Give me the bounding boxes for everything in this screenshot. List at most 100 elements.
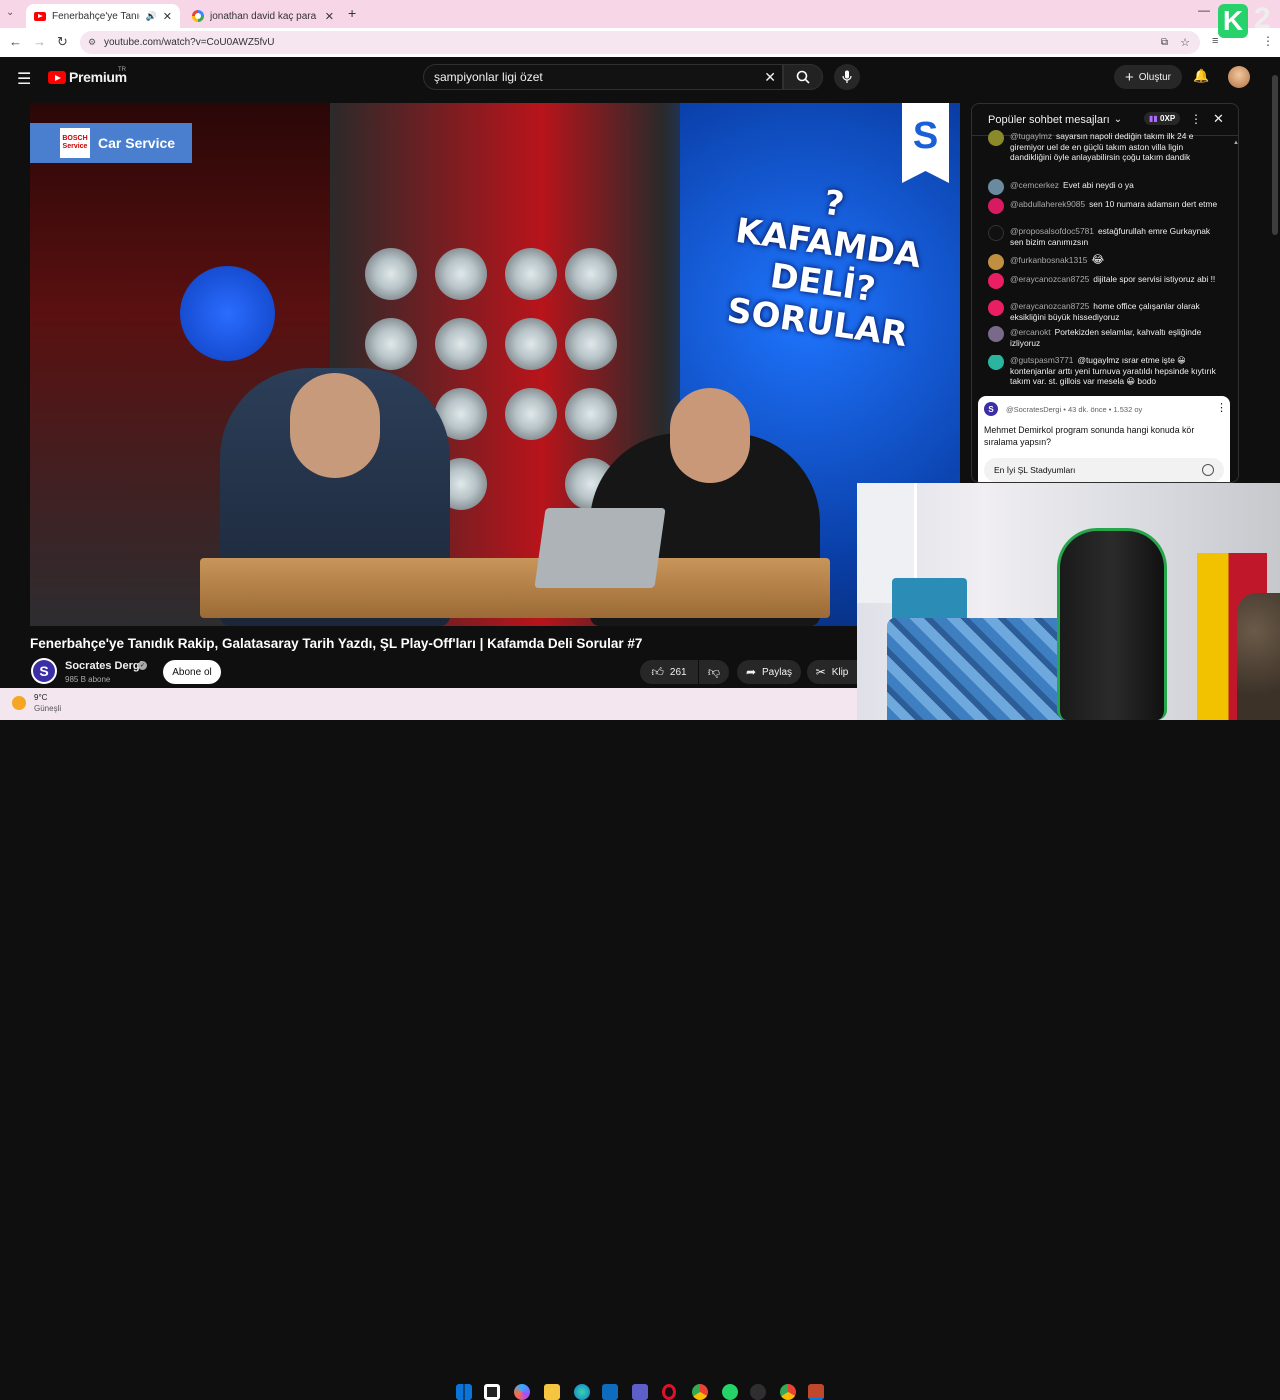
opera-icon[interactable]	[662, 1384, 676, 1400]
clear-search-icon[interactable]: ✕	[764, 69, 776, 86]
webcam-bed	[887, 618, 1067, 720]
new-tab-button[interactable]: +	[348, 5, 356, 21]
minimize-window-button[interactable]: —	[1198, 3, 1210, 17]
chat-mode-dropdown[interactable]: Popüler sohbet mesajları	[988, 114, 1110, 126]
dislike-button[interactable]: 👎︎	[699, 660, 729, 684]
chat-menu-icon[interactable]: ⋮	[1190, 112, 1202, 126]
chat-author[interactable]: @gutspasm3771	[1010, 355, 1073, 365]
user-avatar	[988, 198, 1004, 214]
account-avatar[interactable]	[1228, 66, 1250, 88]
weather-icon	[12, 696, 26, 710]
extensions-icon[interactable]: ≡	[1212, 35, 1218, 47]
close-tab-icon[interactable]: ✕	[163, 10, 172, 23]
chat-author[interactable]: @tugaylmz	[1010, 131, 1052, 141]
like-button[interactable]: 👍︎ 261	[640, 660, 698, 684]
weather-widget[interactable]: 9°C Güneşli	[10, 692, 80, 716]
channel-name[interactable]: Socrates Dergi	[65, 660, 143, 672]
copilot-icon[interactable]	[514, 1384, 530, 1400]
install-icon[interactable]: ⧉	[1161, 37, 1168, 48]
file-explorer-icon[interactable]	[544, 1384, 560, 1400]
logo-region: TR	[118, 67, 126, 73]
poll-author[interactable]: @SocratesDergi	[1006, 405, 1061, 414]
chat-author[interactable]: @proposalsofdoc5781	[1010, 226, 1094, 236]
clip-button[interactable]: ✂ Klip	[807, 660, 857, 684]
audio-icon[interactable]: 🔊	[146, 11, 157, 22]
poll-meta: 43 dk. önce • 1.532 oy	[1067, 405, 1143, 414]
chat-message-body: @ercanokt Portekizden selamlar, kahvaltı …	[1010, 327, 1218, 348]
sponsor-logo: BOSCH Service	[60, 128, 90, 158]
poll-header: @SocratesDergi • 43 dk. önce • 1.532 oy	[1006, 405, 1143, 414]
chat-message: @gutspasm3771 @tugaylmz ısrar etme işte 😀…	[988, 355, 1218, 391]
laptop	[534, 508, 666, 588]
notifications-bell-icon[interactable]: 🔔	[1193, 68, 1209, 84]
poll-option[interactable]: En İyi ŞL Stadyumları	[984, 458, 1224, 482]
poll-radio[interactable]	[1202, 464, 1214, 476]
back-icon[interactable]: ←	[9, 34, 22, 49]
chat-author[interactable]: @cemcerkez	[1010, 180, 1059, 190]
weather-temp: 9°C	[34, 693, 48, 702]
whatsapp-icon[interactable]	[722, 1384, 738, 1400]
overlay-number: 2	[1254, 2, 1271, 35]
studio-table	[200, 558, 830, 618]
obs-icon[interactable]	[750, 1384, 766, 1400]
chat-author[interactable]: @furkanbosnak1315	[1010, 255, 1087, 265]
chat-message-body: @gutspasm3771 @tugaylmz ısrar etme işte 😀…	[1010, 355, 1218, 391]
windows-start-icon[interactable]	[456, 1384, 472, 1400]
close-chat-icon[interactable]: ✕	[1213, 111, 1224, 127]
youtube-favicon-icon	[34, 11, 46, 21]
subscribe-button[interactable]: Abone ol	[163, 660, 221, 684]
url-field[interactable]: ⚙ youtube.com/watch?v=CoU0AWZ5fvU ⧉ ☆	[80, 31, 1200, 54]
edge-icon[interactable]	[574, 1384, 590, 1400]
forward-icon[interactable]: →	[33, 34, 46, 49]
share-button[interactable]: ➦ Paylaş	[737, 660, 801, 684]
thumbs-down-icon: 👎︎	[707, 664, 721, 679]
task-view-icon[interactable]	[484, 1384, 500, 1400]
search-icon	[796, 70, 810, 84]
chat-author[interactable]: @eraycanozcan8725	[1010, 301, 1089, 311]
hamburger-menu-icon[interactable]: ☰	[17, 69, 31, 89]
reload-icon[interactable]: ↻	[57, 34, 68, 50]
store-icon[interactable]	[602, 1384, 618, 1400]
close-tab-icon[interactable]: ✕	[325, 10, 334, 23]
channel-avatar[interactable]: S	[31, 658, 57, 684]
page-scrollbar[interactable]	[1272, 75, 1278, 235]
search-button[interactable]	[783, 64, 823, 90]
video-player[interactable]: ?KAFAMDA DELİ? SORULAR BOSCH Service Car…	[30, 103, 960, 626]
chat-message-body: @eraycanozcan8725 home office çalışanlar …	[1010, 301, 1218, 322]
chat-message-body: @proposalsofdoc5781 estağfurullah emre Gu…	[1010, 226, 1218, 247]
youtube-logo-icon[interactable]	[48, 71, 66, 84]
chat-author[interactable]: @abdullaherek9085	[1010, 199, 1085, 209]
tab-list-button[interactable]: ⌄	[6, 7, 14, 18]
channel-avatar-letter: S	[33, 660, 55, 682]
active-app-icon[interactable]	[808, 1384, 824, 1400]
chat-scrollbar[interactable]: ▲	[1233, 140, 1238, 320]
create-button[interactable]: + Oluştur	[1114, 65, 1182, 89]
plus-icon: +	[1125, 68, 1134, 86]
chat-text: sen 10 numara adamsın dert etme	[1089, 199, 1218, 209]
poll-card: S @SocratesDergi • 43 dk. önce • 1.532 o…	[978, 396, 1230, 482]
bookmark-star-icon[interactable]: ☆	[1180, 36, 1190, 49]
tab-google[interactable]: jonathan david kaç para maaş a ✕	[184, 4, 342, 28]
site-info-icon[interactable]: ⚙	[88, 37, 96, 48]
user-avatar	[988, 355, 1004, 370]
points-icon: ▮▮	[1149, 114, 1158, 123]
chrome-profile-icon[interactable]	[780, 1384, 796, 1400]
voice-search-button[interactable]	[834, 64, 860, 90]
search-input[interactable]: şampiyonlar ligi özet ✕	[423, 64, 783, 90]
sponsor-banner: BOSCH Service Car Service	[30, 123, 192, 163]
chat-author[interactable]: @eraycanozcan8725	[1010, 274, 1089, 284]
poll-menu-icon[interactable]: ⋮	[1216, 401, 1227, 414]
chevron-down-icon[interactable]: ⌄	[1114, 114, 1122, 125]
tab-youtube[interactable]: Fenerbahçe'ye Tanıdık Rakip 🔊 ✕	[26, 4, 180, 28]
user-avatar	[988, 300, 1004, 316]
user-avatar	[988, 225, 1004, 241]
points-badge[interactable]: ▮▮ 0XP	[1144, 112, 1181, 125]
chat-author[interactable]: @ercanokt	[1010, 327, 1051, 337]
host-right-head	[670, 388, 750, 483]
chat-message: @eraycanozcan8725 dijitale spor servisi i…	[988, 273, 1218, 289]
channel-watermark: S	[902, 103, 949, 183]
tab-title: Fenerbahçe'ye Tanıdık Rakip	[52, 10, 140, 22]
menu-kebab-icon[interactable]: ⋮	[1262, 34, 1274, 48]
teams-icon[interactable]	[632, 1384, 648, 1400]
chrome-icon[interactable]	[692, 1384, 708, 1400]
